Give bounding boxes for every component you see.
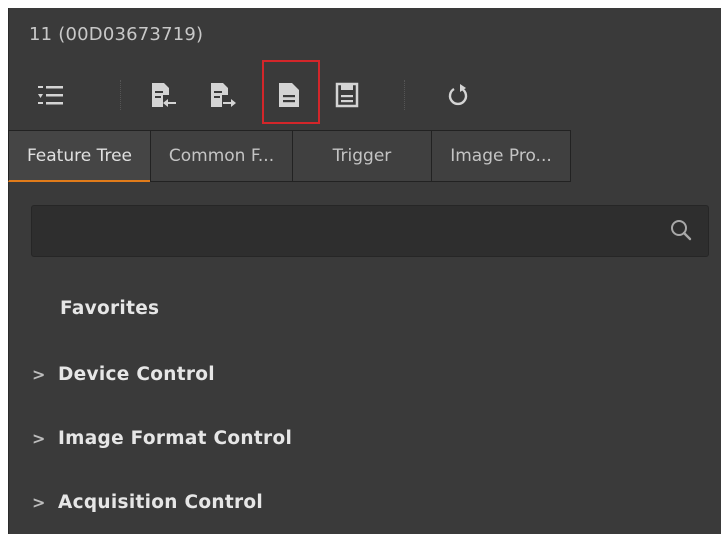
list-tree-icon (38, 86, 63, 105)
chevron-right-icon[interactable]: > (32, 493, 58, 512)
search-input[interactable] (40, 206, 664, 258)
tab-feature-tree[interactable]: Feature Tree (8, 130, 150, 182)
file-export-icon (211, 83, 236, 107)
search-icon[interactable] (670, 219, 692, 241)
save-icon (335, 82, 359, 108)
highlight-box (262, 60, 320, 124)
tree-item-image-format-control[interactable]: > Image Format Control (32, 428, 292, 449)
tree-item-label: Image Format Control (58, 428, 293, 449)
tree-item-label: Favorites (60, 298, 160, 319)
toolbar-separator (120, 80, 122, 110)
feature-panel (8, 8, 721, 534)
tree-item-acquisition-control[interactable]: > Acquisition Control (32, 492, 263, 513)
toolbar-separator (404, 80, 406, 110)
tree-item-device-control[interactable]: > Device Control (32, 364, 215, 385)
refresh-button[interactable] (441, 78, 475, 112)
export-features-button[interactable] (205, 78, 239, 112)
tab-bar: Feature Tree Common F... Trigger Image P… (8, 130, 571, 184)
refresh-icon (448, 84, 468, 106)
save-parameters-button[interactable] (330, 78, 364, 112)
chevron-right-icon[interactable]: > (32, 365, 58, 384)
import-features-button[interactable] (146, 78, 180, 112)
tree-item-favorites[interactable]: Favorites (60, 298, 159, 319)
tree-view-toggle-button[interactable] (34, 78, 68, 112)
file-import-icon (152, 83, 176, 107)
device-title: 11 (00D03673719) (29, 24, 204, 45)
chevron-right-icon[interactable]: > (32, 429, 58, 448)
tree-item-label: Device Control (58, 364, 215, 385)
tree-item-label: Acquisition Control (58, 492, 264, 513)
tab-trigger[interactable]: Trigger (292, 130, 431, 182)
tab-common-features[interactable]: Common F... (150, 130, 292, 182)
search-box (31, 205, 709, 258)
tab-image-processing[interactable]: Image Pro... (431, 130, 571, 182)
